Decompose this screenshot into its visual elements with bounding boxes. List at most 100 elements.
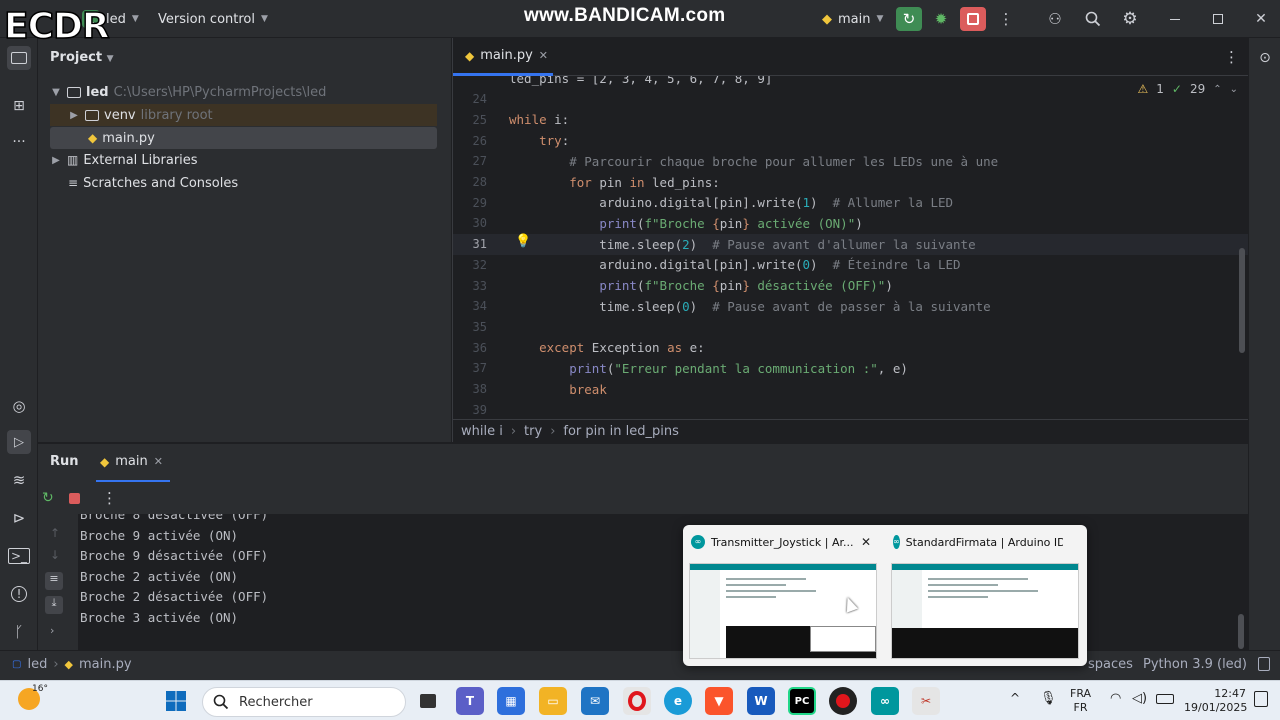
code-line[interactable]: 25 while i: [453,109,1249,130]
run-more-button[interactable]: ⋮ [102,489,117,507]
code-line[interactable]: 28 for pin in led_pins: [453,172,1249,193]
edge-app[interactable]: e [664,687,692,715]
code-text[interactable]: except Exception as e: [509,340,705,355]
word-app[interactable]: W [747,687,775,715]
taskbar-search[interactable]: Rechercher [202,687,406,717]
minimize-button[interactable] [1162,7,1188,31]
soft-wrap-icon[interactable]: ≡ [45,572,63,590]
tree-item-scratches[interactable]: ≡ Scratches and Consoles [50,172,238,194]
stop-run-button[interactable] [69,493,80,504]
code-line[interactable]: 33 print(f"Broche {pin} désactivée (OFF)… [453,275,1249,296]
code-line[interactable]: 29 arduino.digital[pin].write(1) # Allum… [453,192,1249,213]
code-text[interactable]: # Parcourir chaque broche pour allumer l… [509,154,998,169]
stop-button[interactable] [960,7,986,31]
line-number[interactable]: 27 [453,154,487,168]
settings-button[interactable]: ⚙ [1117,7,1143,31]
layers-tool-button[interactable]: ≋ [7,468,31,492]
opera-app[interactable] [623,687,651,715]
thumbnail-window-2[interactable]: ∞ StandardFirmata | Arduino IDE ... [885,525,1085,666]
code-text[interactable]: time.sleep(0) # Pause avant de passer à … [509,299,990,314]
code-text[interactable]: break [509,382,607,397]
line-number[interactable]: 24 [453,92,487,106]
code-line[interactable]: 37 print("Erreur pendant la communicatio… [453,358,1249,379]
maximize-button[interactable] [1205,7,1231,31]
code-with-me-button[interactable]: ⚇ [1042,7,1068,31]
code-line[interactable]: 39 [453,399,1249,420]
breadcrumb-item[interactable]: for pin in led_pins [563,424,678,439]
weather-widget[interactable]: 16° [18,684,58,710]
interpreter-widget[interactable]: Python 3.9 (led) [1143,657,1247,672]
code-text[interactable]: time.sleep(2) # Pause avant d'allumer la… [509,237,975,252]
project-panel-title[interactable]: Project ▼ [50,50,114,65]
code-line[interactable]: 34 time.sleep(0) # Pause avant de passer… [453,296,1249,317]
lock-icon[interactable] [1258,657,1270,671]
terminal-tool-button[interactable]: >_ [7,544,31,568]
code-line[interactable]: 31 time.sleep(2) # Pause avant d'allumer… [453,233,1249,255]
debug-button[interactable]: ✹ [928,7,954,31]
tab-options-button[interactable]: ⋮ [1224,48,1239,66]
close-window-button[interactable]: ✕ [1248,7,1274,31]
code-text[interactable]: led_pins = [2, 3, 4, 5, 6, 7, 8, 9] [509,76,772,86]
microphone-icon[interactable]: 🎙 [1040,691,1057,706]
wifi-icon[interactable]: ◠ [1110,691,1121,706]
python-packages-button[interactable]: ◎ [7,394,31,418]
code-text[interactable]: for pin in led_pins: [509,175,720,190]
line-number[interactable]: 36 [453,341,487,355]
line-number[interactable]: 34 [453,299,487,313]
chevron-right-icon[interactable]: › [50,624,54,637]
code-text[interactable]: while i: [509,112,569,127]
line-number[interactable]: 29 [453,196,487,210]
intention-bulb-icon[interactable]: 💡 [515,234,531,249]
editor-scrollbar[interactable] [1239,248,1245,353]
code-line[interactable]: 27 # Parcourir chaque broche pour allume… [453,151,1249,172]
code-text[interactable]: arduino.digital[pin].write(0) # Éteindre… [509,257,960,272]
close-icon[interactable]: ✕ [539,49,548,62]
line-number[interactable]: 37 [453,361,487,375]
teams-app[interactable]: T [456,687,484,715]
mail-app[interactable]: ✉ [581,687,609,715]
line-number[interactable]: 31 [453,237,487,251]
chevron-expanded-icon[interactable]: ▼ [50,87,62,98]
tree-item-main-py[interactable]: ◆ main.py [50,127,437,149]
line-number[interactable]: 33 [453,279,487,293]
code-line[interactable]: 35 [453,316,1249,337]
tree-item-external-libraries[interactable]: ▶ ▥ External Libraries [50,149,197,171]
line-number[interactable]: 39 [453,403,487,417]
notifications-button[interactable]: ⊙ [1253,46,1277,70]
indent-widget[interactable]: spaces [1088,657,1133,672]
tray-overflow-button[interactable]: ^ [1010,691,1020,705]
arduino-app[interactable]: ∞ [871,687,899,715]
search-everywhere-button[interactable] [1080,7,1106,31]
volume-icon[interactable]: ◁) [1132,691,1147,706]
status-breadcrumb[interactable]: ▢ led › ◆ main.py [12,657,132,672]
more-tools-button[interactable]: ··· [7,130,31,154]
code-line[interactable]: led_pins = [2, 3, 4, 5, 6, 7, 8, 9] [453,76,1249,89]
code-text[interactable]: print(f"Broche {pin} désactivée (OFF)") [509,278,893,293]
code-line[interactable]: 26 try: [453,130,1249,151]
code-text[interactable]: print(f"Broche {pin} activée (ON)") [509,216,862,231]
code-line[interactable]: 36 except Exception as e: [453,337,1249,358]
arrow-down-icon[interactable]: ↓ [50,548,60,562]
line-number[interactable]: 38 [453,382,487,396]
close-icon[interactable]: ✕ [861,535,871,549]
breadcrumb-item[interactable]: while i [461,424,503,439]
rerun-run-button[interactable]: ↻ [42,490,54,506]
structure-tool-button[interactable]: ⊞ [7,94,31,118]
run-config-selector[interactable]: ◆ main ▼ [822,0,883,38]
line-number[interactable]: 25 [453,113,487,127]
more-actions-button[interactable]: ⋮ [993,7,1019,31]
vcs-menu[interactable]: Version control ▼ [158,0,268,38]
line-number[interactable]: 26 [453,134,487,148]
console-scrollbar[interactable] [1238,614,1244,649]
code-text[interactable]: print("Erreur pendant la communication :… [509,361,908,376]
notification-icon[interactable] [1254,691,1268,707]
scroll-to-end-icon[interactable]: ⤓ [45,596,63,614]
run-tab-main[interactable]: ◆ main ✕ [100,454,163,469]
code-line[interactable]: 32 arduino.digital[pin].write(0) # Étein… [453,254,1249,275]
store-app[interactable]: ▦ [497,687,525,715]
code-line[interactable]: 38 break [453,379,1249,400]
line-number[interactable]: 30 [453,216,487,230]
snipping-app[interactable]: ✂ [912,687,940,715]
project-tool-button[interactable] [7,46,31,70]
bandicam-app[interactable] [829,687,857,715]
